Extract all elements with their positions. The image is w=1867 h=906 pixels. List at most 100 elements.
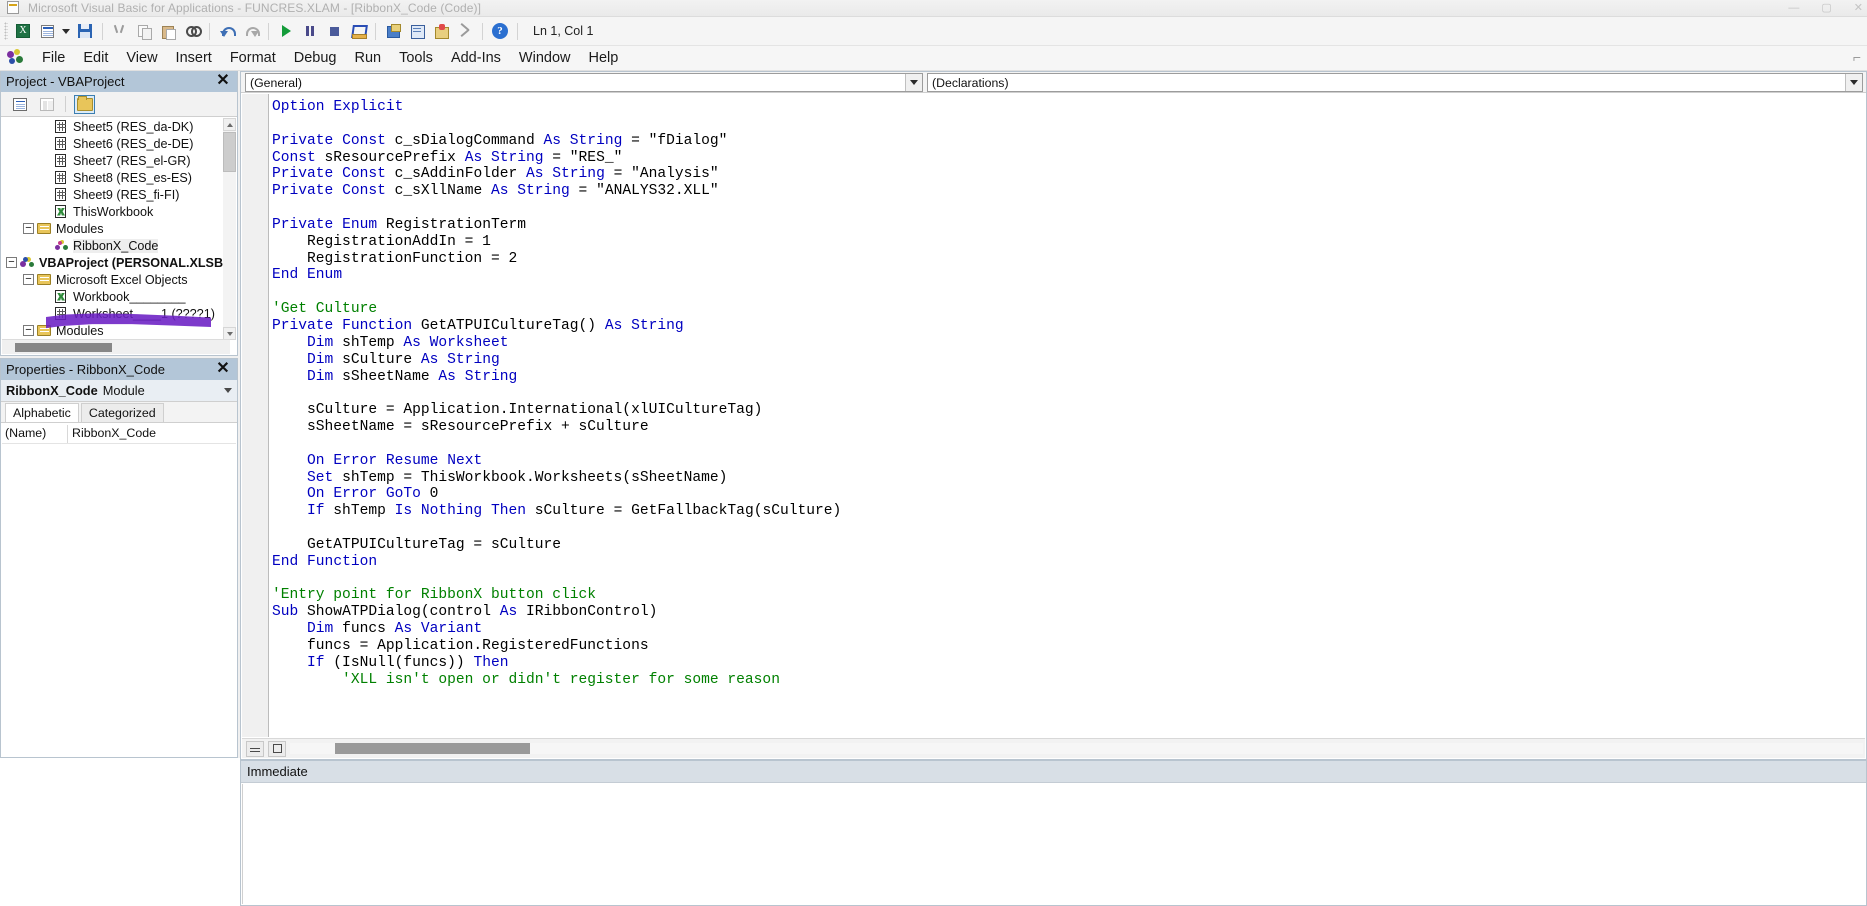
immediate-window-title: Immediate: [241, 761, 1866, 783]
property-value[interactable]: RibbonX_Code: [68, 425, 236, 443]
tree-item-label: Sheet9 (RES_fi-FI): [73, 187, 180, 202]
tab-alphabetic[interactable]: Alphabetic: [5, 403, 79, 422]
tab-categorized[interactable]: Categorized: [80, 403, 164, 422]
toolbox-button[interactable]: [453, 19, 477, 43]
tree-item[interactable]: Sheet7 (RES_el-GR): [2, 152, 230, 169]
full-module-view-button[interactable]: [268, 740, 286, 757]
module-icon: [53, 239, 69, 253]
minimize-button[interactable]: —: [1788, 0, 1799, 17]
chevron-down-icon: [62, 28, 70, 34]
insert-object-icon: [40, 24, 54, 38]
menu-item-edit[interactable]: Edit: [74, 48, 117, 68]
undo-button[interactable]: [215, 19, 239, 43]
tree-item[interactable]: RibbonX_Code: [2, 237, 230, 254]
chevron-down-icon[interactable]: [1845, 74, 1862, 91]
cut-button[interactable]: [108, 19, 132, 43]
tree-item[interactable]: Sheet5 (RES_da-DK): [2, 118, 230, 135]
menu-item-run[interactable]: Run: [345, 48, 390, 68]
tree-expander[interactable]: −: [23, 223, 34, 234]
scrollbar-thumb[interactable]: [15, 343, 112, 352]
tree-item[interactable]: Worksheet____1 (????1): [2, 305, 230, 322]
toolbar-separator: [517, 22, 518, 40]
tree-item[interactable]: ThisWorkbook: [2, 203, 230, 220]
menu-item-addins[interactable]: Add-Ins: [442, 48, 510, 68]
toolbar-separator: [65, 96, 66, 112]
main-toolbar: X ? Ln 1, Col 1: [0, 17, 1867, 46]
view-code-button[interactable]: [9, 95, 30, 114]
menu-item-tools[interactable]: Tools: [390, 48, 442, 68]
break-button[interactable]: [298, 19, 322, 43]
menu-item-debug[interactable]: Debug: [285, 48, 346, 68]
tree-item[interactable]: − Microsoft Excel Objects: [2, 271, 230, 288]
find-button[interactable]: [180, 19, 204, 43]
code-text[interactable]: Option Explicit Private Const c_sDialogC…: [272, 99, 841, 689]
tree-item-label: RibbonX_Code: [73, 238, 159, 253]
project-tree-vertical-scrollbar[interactable]: [223, 118, 236, 340]
procedure-combo[interactable]: (Declarations): [927, 73, 1863, 92]
tree-item[interactable]: Sheet6 (RES_de-DE): [2, 135, 230, 152]
tree-item[interactable]: − Modules: [2, 322, 230, 339]
properties-panel: Properties - RibbonX_Code ✕ RibbonX_Code…: [0, 358, 238, 758]
save-icon: [78, 24, 92, 38]
chevron-down-icon[interactable]: [224, 388, 232, 393]
procedure-view-button[interactable]: [246, 740, 264, 757]
insert-userform-button[interactable]: [35, 19, 59, 43]
tree-expander[interactable]: −: [23, 325, 34, 336]
scrollbar-thumb[interactable]: [223, 132, 236, 172]
paste-button[interactable]: [156, 19, 180, 43]
redo-button[interactable]: [239, 19, 263, 43]
menu-item-file[interactable]: File: [33, 48, 74, 68]
save-button[interactable]: [73, 19, 97, 43]
project-tree-horizontal-scrollbar[interactable]: [2, 339, 230, 354]
window-controls: — ▢ ✕: [1788, 0, 1863, 17]
tree-expander[interactable]: −: [23, 274, 34, 285]
project-tree[interactable]: Sheet5 (RES_da-DK) Sheet6 (RES_de-DE) Shee…: [2, 118, 230, 340]
properties-grid[interactable]: (Name) RibbonX_Code: [2, 425, 236, 756]
code-horizontal-scrollbar[interactable]: [242, 738, 1865, 758]
property-row[interactable]: (Name) RibbonX_Code: [2, 425, 236, 444]
immediate-window-input[interactable]: [242, 784, 1865, 904]
project-explorer-close-button[interactable]: ✕: [215, 73, 231, 89]
toolbar-separator: [268, 22, 269, 40]
toolbar-grip[interactable]: [4, 22, 8, 40]
menu-item-window[interactable]: Window: [510, 48, 580, 68]
object-combo[interactable]: (General): [245, 73, 923, 92]
design-mode-button[interactable]: [346, 19, 370, 43]
copy-button[interactable]: [132, 19, 156, 43]
run-button[interactable]: [274, 19, 298, 43]
object-browser-button[interactable]: [429, 19, 453, 43]
insert-dropdown-button[interactable]: [59, 19, 73, 43]
properties-object-selector[interactable]: RibbonX_Code Module: [1, 380, 237, 402]
menu-item-insert[interactable]: Insert: [167, 48, 221, 68]
maximize-button[interactable]: ▢: [1821, 0, 1831, 17]
code-editor[interactable]: Option Explicit Private Const c_sDialogC…: [242, 94, 1865, 737]
view-object-button[interactable]: [36, 95, 57, 114]
tree-item-label: Modules: [56, 221, 104, 236]
worksheet-icon: [53, 153, 69, 168]
project-explorer-button[interactable]: [381, 19, 405, 43]
help-button[interactable]: ?: [488, 19, 512, 43]
tree-item[interactable]: − VBAProject (PERSONAL.XLSB): [2, 254, 230, 271]
code-margin-indicator-bar[interactable]: [242, 94, 269, 737]
vba-app-icon: [6, 1, 22, 15]
close-button[interactable]: ✕: [1854, 0, 1863, 17]
tree-item[interactable]: Sheet9 (RES_fi-FI): [2, 186, 230, 203]
menu-item-view[interactable]: View: [117, 48, 166, 68]
scrollbar-thumb[interactable]: [335, 743, 530, 754]
toolbar-separator: [375, 22, 376, 40]
tree-item[interactable]: − Modules: [2, 220, 230, 237]
menu-overflow-icon[interactable]: ⌐: [1853, 49, 1861, 65]
menu-item-format[interactable]: Format: [221, 48, 285, 68]
tree-expander[interactable]: −: [6, 257, 17, 268]
scroll-up-button[interactable]: [223, 118, 236, 131]
toggle-folders-button[interactable]: [74, 94, 95, 114]
view-excel-button[interactable]: X: [11, 19, 35, 43]
properties-window-button[interactable]: [405, 19, 429, 43]
tree-item[interactable]: Workbook________: [2, 288, 230, 305]
menu-item-help[interactable]: Help: [580, 48, 628, 68]
properties-close-button[interactable]: ✕: [215, 361, 231, 377]
reset-button[interactable]: [322, 19, 346, 43]
tree-item[interactable]: Sheet8 (RES_es-ES): [2, 169, 230, 186]
chevron-down-icon[interactable]: [905, 74, 922, 91]
scrollbar-track[interactable]: [290, 743, 1863, 754]
